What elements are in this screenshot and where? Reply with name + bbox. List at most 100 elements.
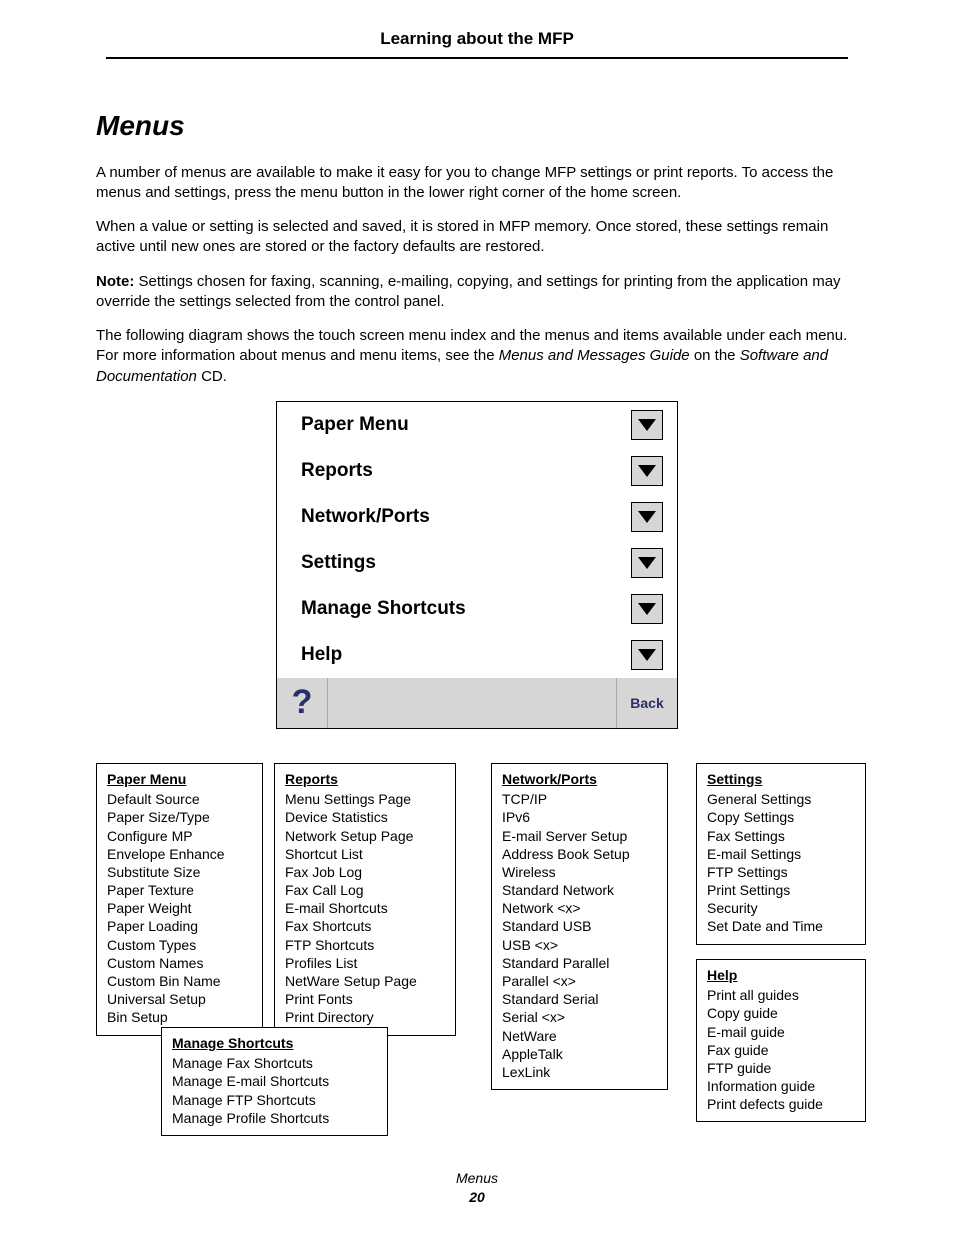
page-footer: Menus 20 bbox=[0, 1169, 954, 1207]
menu-row-paper[interactable]: Paper Menu bbox=[277, 402, 677, 448]
question-icon: ? bbox=[292, 680, 313, 726]
list-item: FTP guide bbox=[707, 1059, 855, 1077]
list-item: USB <x> bbox=[502, 936, 657, 954]
paragraph: The following diagram shows the touch sc… bbox=[96, 326, 858, 387]
menu-label: Network/Ports bbox=[301, 504, 430, 530]
list-item: Address Book Setup bbox=[502, 845, 657, 863]
list-item: Set Date and Time bbox=[707, 917, 855, 935]
list-item: Manage FTP Shortcuts bbox=[172, 1091, 377, 1109]
box-title: Manage Shortcuts bbox=[172, 1034, 377, 1052]
list-item: Manage Fax Shortcuts bbox=[172, 1054, 377, 1072]
bottom-bar: ? Back bbox=[277, 678, 677, 728]
footer-page-number: 20 bbox=[0, 1188, 954, 1207]
list-item: Copy guide bbox=[707, 1004, 855, 1022]
box-help: Help Print all guides Copy guide E-mail … bbox=[696, 959, 866, 1123]
list-item: Print Settings bbox=[707, 881, 855, 899]
list-item: Default Source bbox=[107, 790, 252, 808]
list-item: Print Fonts bbox=[285, 990, 445, 1008]
help-button[interactable]: ? bbox=[277, 678, 328, 728]
menu-list: Paper Menu Reports Network/Ports Setting… bbox=[277, 402, 677, 678]
list-item: Paper Size/Type bbox=[107, 808, 252, 826]
list-item: Print all guides bbox=[707, 986, 855, 1004]
paragraph: A number of menus are available to make … bbox=[96, 163, 858, 204]
box-network-ports: Network/Ports TCP/IP IPv6 E-mail Server … bbox=[491, 763, 668, 1090]
menu-row-reports[interactable]: Reports bbox=[277, 448, 677, 494]
list-item: Parallel <x> bbox=[502, 972, 657, 990]
list-item: Security bbox=[707, 899, 855, 917]
list-item: Configure MP bbox=[107, 827, 252, 845]
list-item: Fax Job Log bbox=[285, 863, 445, 881]
list-item: Wireless bbox=[502, 863, 657, 881]
list-item: FTP Shortcuts bbox=[285, 936, 445, 954]
list-item: Custom Types bbox=[107, 936, 252, 954]
menu-row-network[interactable]: Network/Ports bbox=[277, 494, 677, 540]
list-item: Fax guide bbox=[707, 1041, 855, 1059]
box-title: Paper Menu bbox=[107, 770, 252, 788]
list-item: Profiles List bbox=[285, 954, 445, 972]
chevron-down-icon bbox=[638, 557, 656, 569]
text: CD. bbox=[197, 368, 227, 385]
expand-button[interactable] bbox=[631, 410, 663, 440]
list-item: Fax Call Log bbox=[285, 881, 445, 899]
list-item: Envelope Enhance bbox=[107, 845, 252, 863]
note-block: Note: Settings chosen for faxing, scanni… bbox=[96, 272, 858, 313]
chevron-down-icon bbox=[638, 511, 656, 523]
chevron-down-icon bbox=[638, 649, 656, 661]
menu-row-shortcuts[interactable]: Manage Shortcuts bbox=[277, 586, 677, 632]
box-title: Reports bbox=[285, 770, 445, 788]
list-item: Bin Setup bbox=[107, 1008, 252, 1026]
box-reports: Reports Menu Settings Page Device Statis… bbox=[274, 763, 456, 1036]
list-item: E-mail Settings bbox=[707, 845, 855, 863]
menu-label: Manage Shortcuts bbox=[301, 596, 466, 622]
box-paper-menu: Paper Menu Default Source Paper Size/Typ… bbox=[96, 763, 263, 1036]
list-item: E-mail Shortcuts bbox=[285, 899, 445, 917]
list-item: Menu Settings Page bbox=[285, 790, 445, 808]
list-item: Paper Texture bbox=[107, 881, 252, 899]
list-item: Serial <x> bbox=[502, 1008, 657, 1026]
chevron-down-icon bbox=[638, 603, 656, 615]
reference-title: Menus and Messages Guide bbox=[499, 347, 690, 364]
list-item: IPv6 bbox=[502, 808, 657, 826]
list-item: E-mail Server Setup bbox=[502, 827, 657, 845]
menu-label: Help bbox=[301, 642, 342, 668]
back-button[interactable]: Back bbox=[616, 678, 677, 728]
menu-label: Settings bbox=[301, 550, 376, 576]
expand-button[interactable] bbox=[631, 548, 663, 578]
list-item: AppleTalk bbox=[502, 1045, 657, 1063]
box-title: Settings bbox=[707, 770, 855, 788]
menu-row-settings[interactable]: Settings bbox=[277, 540, 677, 586]
list-item: Shortcut List bbox=[285, 845, 445, 863]
list-item: Manage Profile Shortcuts bbox=[172, 1109, 377, 1127]
list-item: Standard Serial bbox=[502, 990, 657, 1008]
box-manage-shortcuts: Manage Shortcuts Manage Fax Shortcuts Ma… bbox=[161, 1027, 388, 1136]
expand-button[interactable] bbox=[631, 640, 663, 670]
list-item: TCP/IP bbox=[502, 790, 657, 808]
list-item: General Settings bbox=[707, 790, 855, 808]
list-item: NetWare bbox=[502, 1027, 657, 1045]
list-item: Standard Parallel bbox=[502, 954, 657, 972]
touchscreen-figure: Paper Menu Reports Network/Ports Setting… bbox=[276, 401, 678, 729]
list-item: Network <x> bbox=[502, 899, 657, 917]
menu-index-grid: Paper Menu Default Source Paper Size/Typ… bbox=[96, 763, 858, 1153]
list-item: Fax Settings bbox=[707, 827, 855, 845]
box-settings: Settings General Settings Copy Settings … bbox=[696, 763, 866, 945]
list-item: Custom Names bbox=[107, 954, 252, 972]
list-item: Paper Loading bbox=[107, 917, 252, 935]
menu-label: Paper Menu bbox=[301, 412, 409, 438]
paragraph: When a value or setting is selected and … bbox=[96, 217, 858, 258]
box-title: Network/Ports bbox=[502, 770, 657, 788]
list-item: Print Directory bbox=[285, 1008, 445, 1026]
list-item: Device Statistics bbox=[285, 808, 445, 826]
menu-row-help[interactable]: Help bbox=[277, 632, 677, 678]
list-item: Custom Bin Name bbox=[107, 972, 252, 990]
expand-button[interactable] bbox=[631, 594, 663, 624]
list-item: Paper Weight bbox=[107, 899, 252, 917]
text: on the bbox=[690, 347, 740, 364]
expand-button[interactable] bbox=[631, 456, 663, 486]
footer-title: Menus bbox=[0, 1169, 954, 1188]
page-header: Learning about the MFP bbox=[106, 28, 848, 59]
section-title: Menus bbox=[96, 107, 858, 145]
list-item: FTP Settings bbox=[707, 863, 855, 881]
expand-button[interactable] bbox=[631, 502, 663, 532]
list-item: Copy Settings bbox=[707, 808, 855, 826]
